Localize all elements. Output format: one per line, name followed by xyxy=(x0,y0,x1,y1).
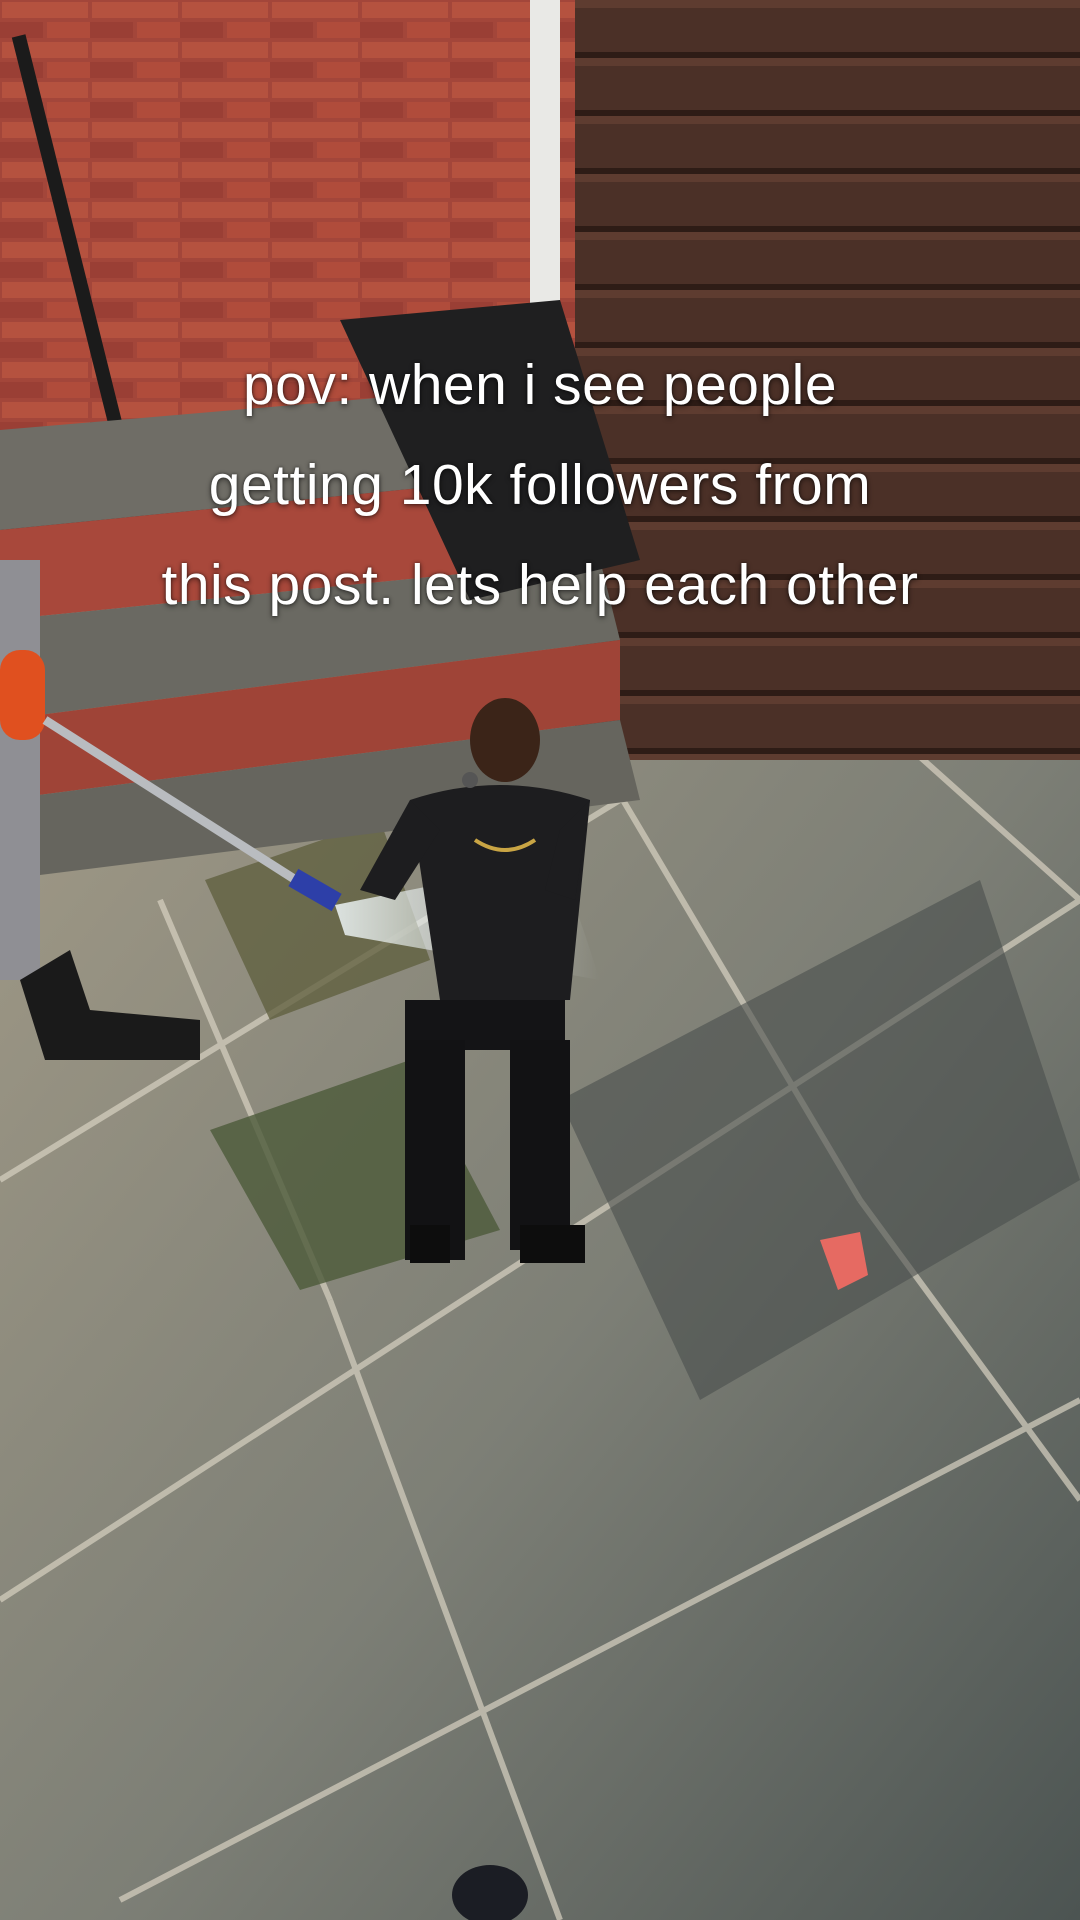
caption-line: this post. lets help each other xyxy=(161,553,919,617)
caption-line: pov: when i see people xyxy=(242,353,838,417)
video-caption: pov: when i see people getting 10k follo… xyxy=(40,335,1040,635)
caption-line: getting 10k followers from xyxy=(208,453,872,517)
background-scene xyxy=(0,0,1080,1920)
video-frame[interactable]: pov: when i see people getting 10k follo… xyxy=(0,0,1080,1920)
